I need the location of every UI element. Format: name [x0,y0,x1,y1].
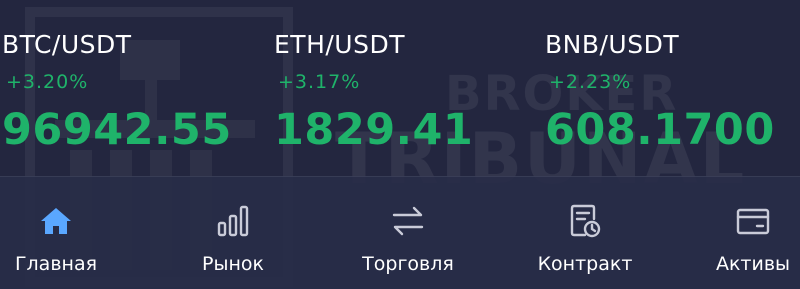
swap-arrows-icon [392,206,424,236]
ticker-pair: BTC/USDT [2,30,132,59]
contract-clock-icon [570,204,601,238]
ticker-change: +3.20% [6,71,89,93]
ticker-change: +2.23% [549,71,632,93]
wallet-card-icon [736,208,770,235]
ticker-price: 1829.41 [274,105,474,155]
nav-label: Торговля [362,253,454,275]
nav-label: Активы [715,253,791,275]
nav-label: Контракт [537,253,633,275]
ticker-pair: BNB/USDT [545,30,680,59]
bar-chart-icon [217,205,249,237]
nav-label: Главная [14,253,98,275]
nav-item-contract[interactable]: Контракт [528,177,642,289]
ticker-change: +3.17% [278,71,361,93]
nav-item-market[interactable]: Рынок [182,177,284,289]
nav-label: Рынок [202,253,264,275]
nav-item-trade[interactable]: Торговля [350,177,466,289]
ticker-eth[interactable]: ETH/USDT +3.17% 1829.41 [274,28,473,158]
home-icon [41,208,71,234]
ticker-btc[interactable]: BTC/USDT +3.20% 96942.55 [2,28,232,158]
ticker-price: 96942.55 [2,105,232,155]
ticker-price: 608.1700 [545,105,775,155]
ticker-row: BTC/USDT +3.20% 96942.55 ETH/USDT +3.17%… [0,0,800,175]
nav-item-assets[interactable]: Активы [706,177,800,289]
bottom-nav: Главная Рынок Торговля Контракт Активы [0,176,800,289]
ticker-bnb[interactable]: BNB/USDT +2.23% 608.1700 [545,28,775,158]
nav-item-home[interactable]: Главная [0,177,112,289]
ticker-pair: ETH/USDT [274,30,405,59]
